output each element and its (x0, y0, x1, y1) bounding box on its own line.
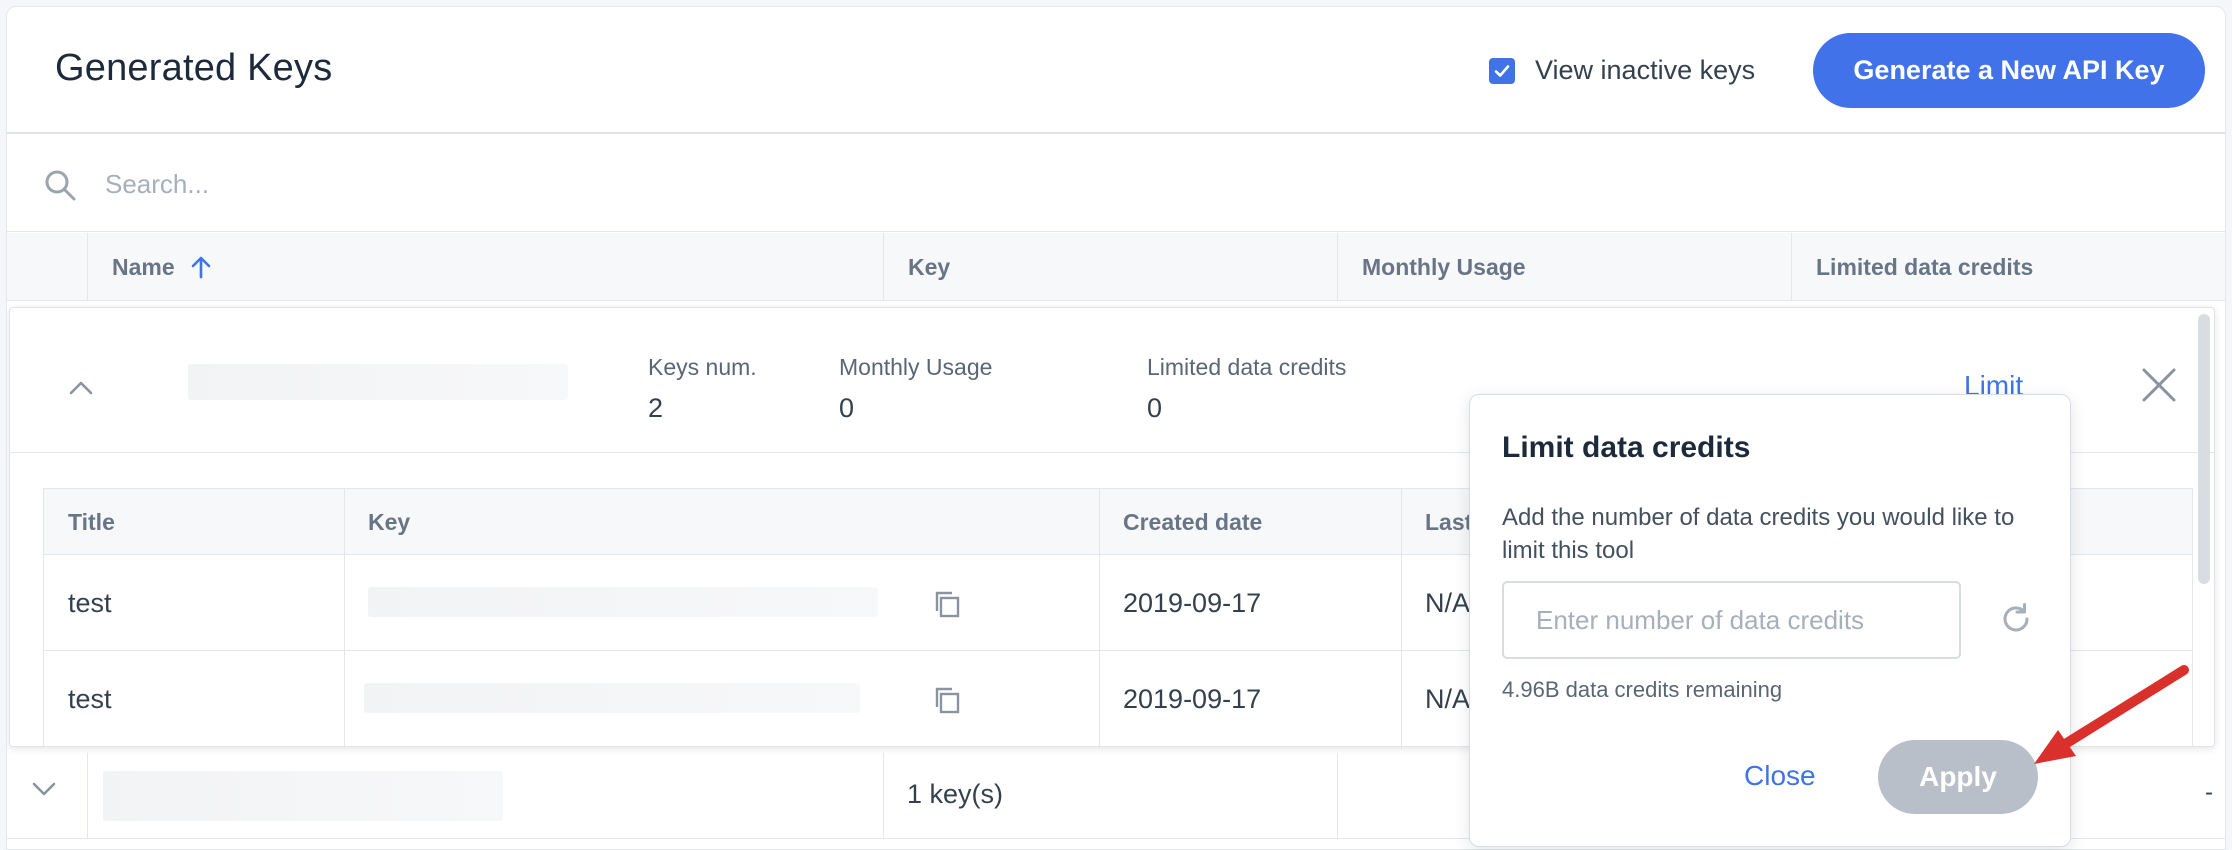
checkmark-icon (1494, 64, 1510, 77)
copy-icon[interactable] (932, 685, 962, 715)
view-inactive-checkbox[interactable] (1489, 57, 1515, 84)
column-divider (883, 753, 884, 839)
redacted-group-name (103, 771, 503, 821)
view-inactive-label: View inactive keys (1535, 55, 1756, 85)
redacted-key-value (364, 683, 860, 713)
search-bar (7, 136, 2225, 232)
credits-remaining-text: 4.96B data credits remaining (1502, 677, 1783, 702)
stat-value: 0 (1147, 393, 1163, 423)
popover-description: Add the number of data credits you would… (1502, 504, 2015, 564)
redacted-key-value (368, 587, 878, 617)
stat-value: 0 (839, 393, 855, 423)
column-header-created-date: Created date (1123, 508, 1263, 535)
column-divider (344, 489, 345, 749)
view-inactive-toggle[interactable]: View inactive keys (1489, 55, 1755, 86)
page-title: Generated Keys (55, 47, 333, 89)
refresh-icon[interactable] (1998, 601, 2034, 637)
column-divider (87, 753, 88, 839)
data-credits-input[interactable] (1502, 581, 1961, 659)
last-used: N/A (1425, 587, 1471, 618)
column-label: Name (112, 253, 175, 280)
annotation-arrow-icon (2034, 665, 2189, 764)
stat-label: Monthly Usage (839, 354, 993, 380)
chevron-down-icon[interactable] (31, 781, 57, 797)
stat-label: Keys num. (648, 354, 757, 380)
chevron-up-icon[interactable] (68, 380, 94, 396)
redacted-group-name (188, 364, 568, 400)
popover-title: Limit data credits (1502, 431, 1751, 464)
scrollbar[interactable] (2198, 314, 2210, 584)
search-input[interactable] (105, 158, 1105, 210)
stat-label: Limited data credits (1147, 354, 1347, 380)
apply-button[interactable]: Apply (1878, 740, 2038, 814)
key-title: test (68, 587, 112, 618)
created-date: 2019-09-17 (1123, 587, 1262, 618)
limited-credits-value: - (2205, 779, 2213, 806)
panel-header: Generated Keys View inactive keys Genera… (7, 7, 2225, 134)
stat-monthly-usage: Monthly Usage 0 (839, 354, 992, 424)
sort-ascending-icon[interactable] (189, 254, 213, 280)
column-header-key: Key (368, 508, 411, 535)
stat-limited-credits: Limited data credits 0 (1147, 354, 1346, 424)
popover-close-button[interactable]: Close (1744, 760, 1816, 792)
key-title: test (68, 683, 112, 714)
search-icon (45, 170, 76, 201)
table-header: Name Key Monthly Usage Limited data cred… (7, 233, 2225, 301)
column-divider (1401, 489, 1402, 749)
stat-keys-num: Keys num. 2 (648, 354, 757, 424)
column-divider (1337, 753, 1338, 839)
column-header-key: Key (883, 233, 1337, 301)
stat-value: 2 (648, 393, 664, 423)
column-header-title: Title (68, 508, 115, 535)
last-used: N/A (1425, 683, 1471, 714)
copy-icon[interactable] (932, 589, 962, 619)
column-header-name[interactable]: Name (87, 233, 883, 301)
column-header-limited-credits: Limited data credits (1791, 233, 2225, 301)
column-header-monthly-usage: Monthly Usage (1337, 233, 1791, 301)
close-icon[interactable] (2140, 366, 2178, 404)
key-count: 1 key(s) (907, 779, 1004, 809)
generate-api-key-button[interactable]: Generate a New API Key (1813, 33, 2205, 108)
created-date: 2019-09-17 (1123, 683, 1262, 714)
page: Generated Keys View inactive keys Genera… (0, 0, 2232, 850)
column-divider (1099, 489, 1100, 749)
